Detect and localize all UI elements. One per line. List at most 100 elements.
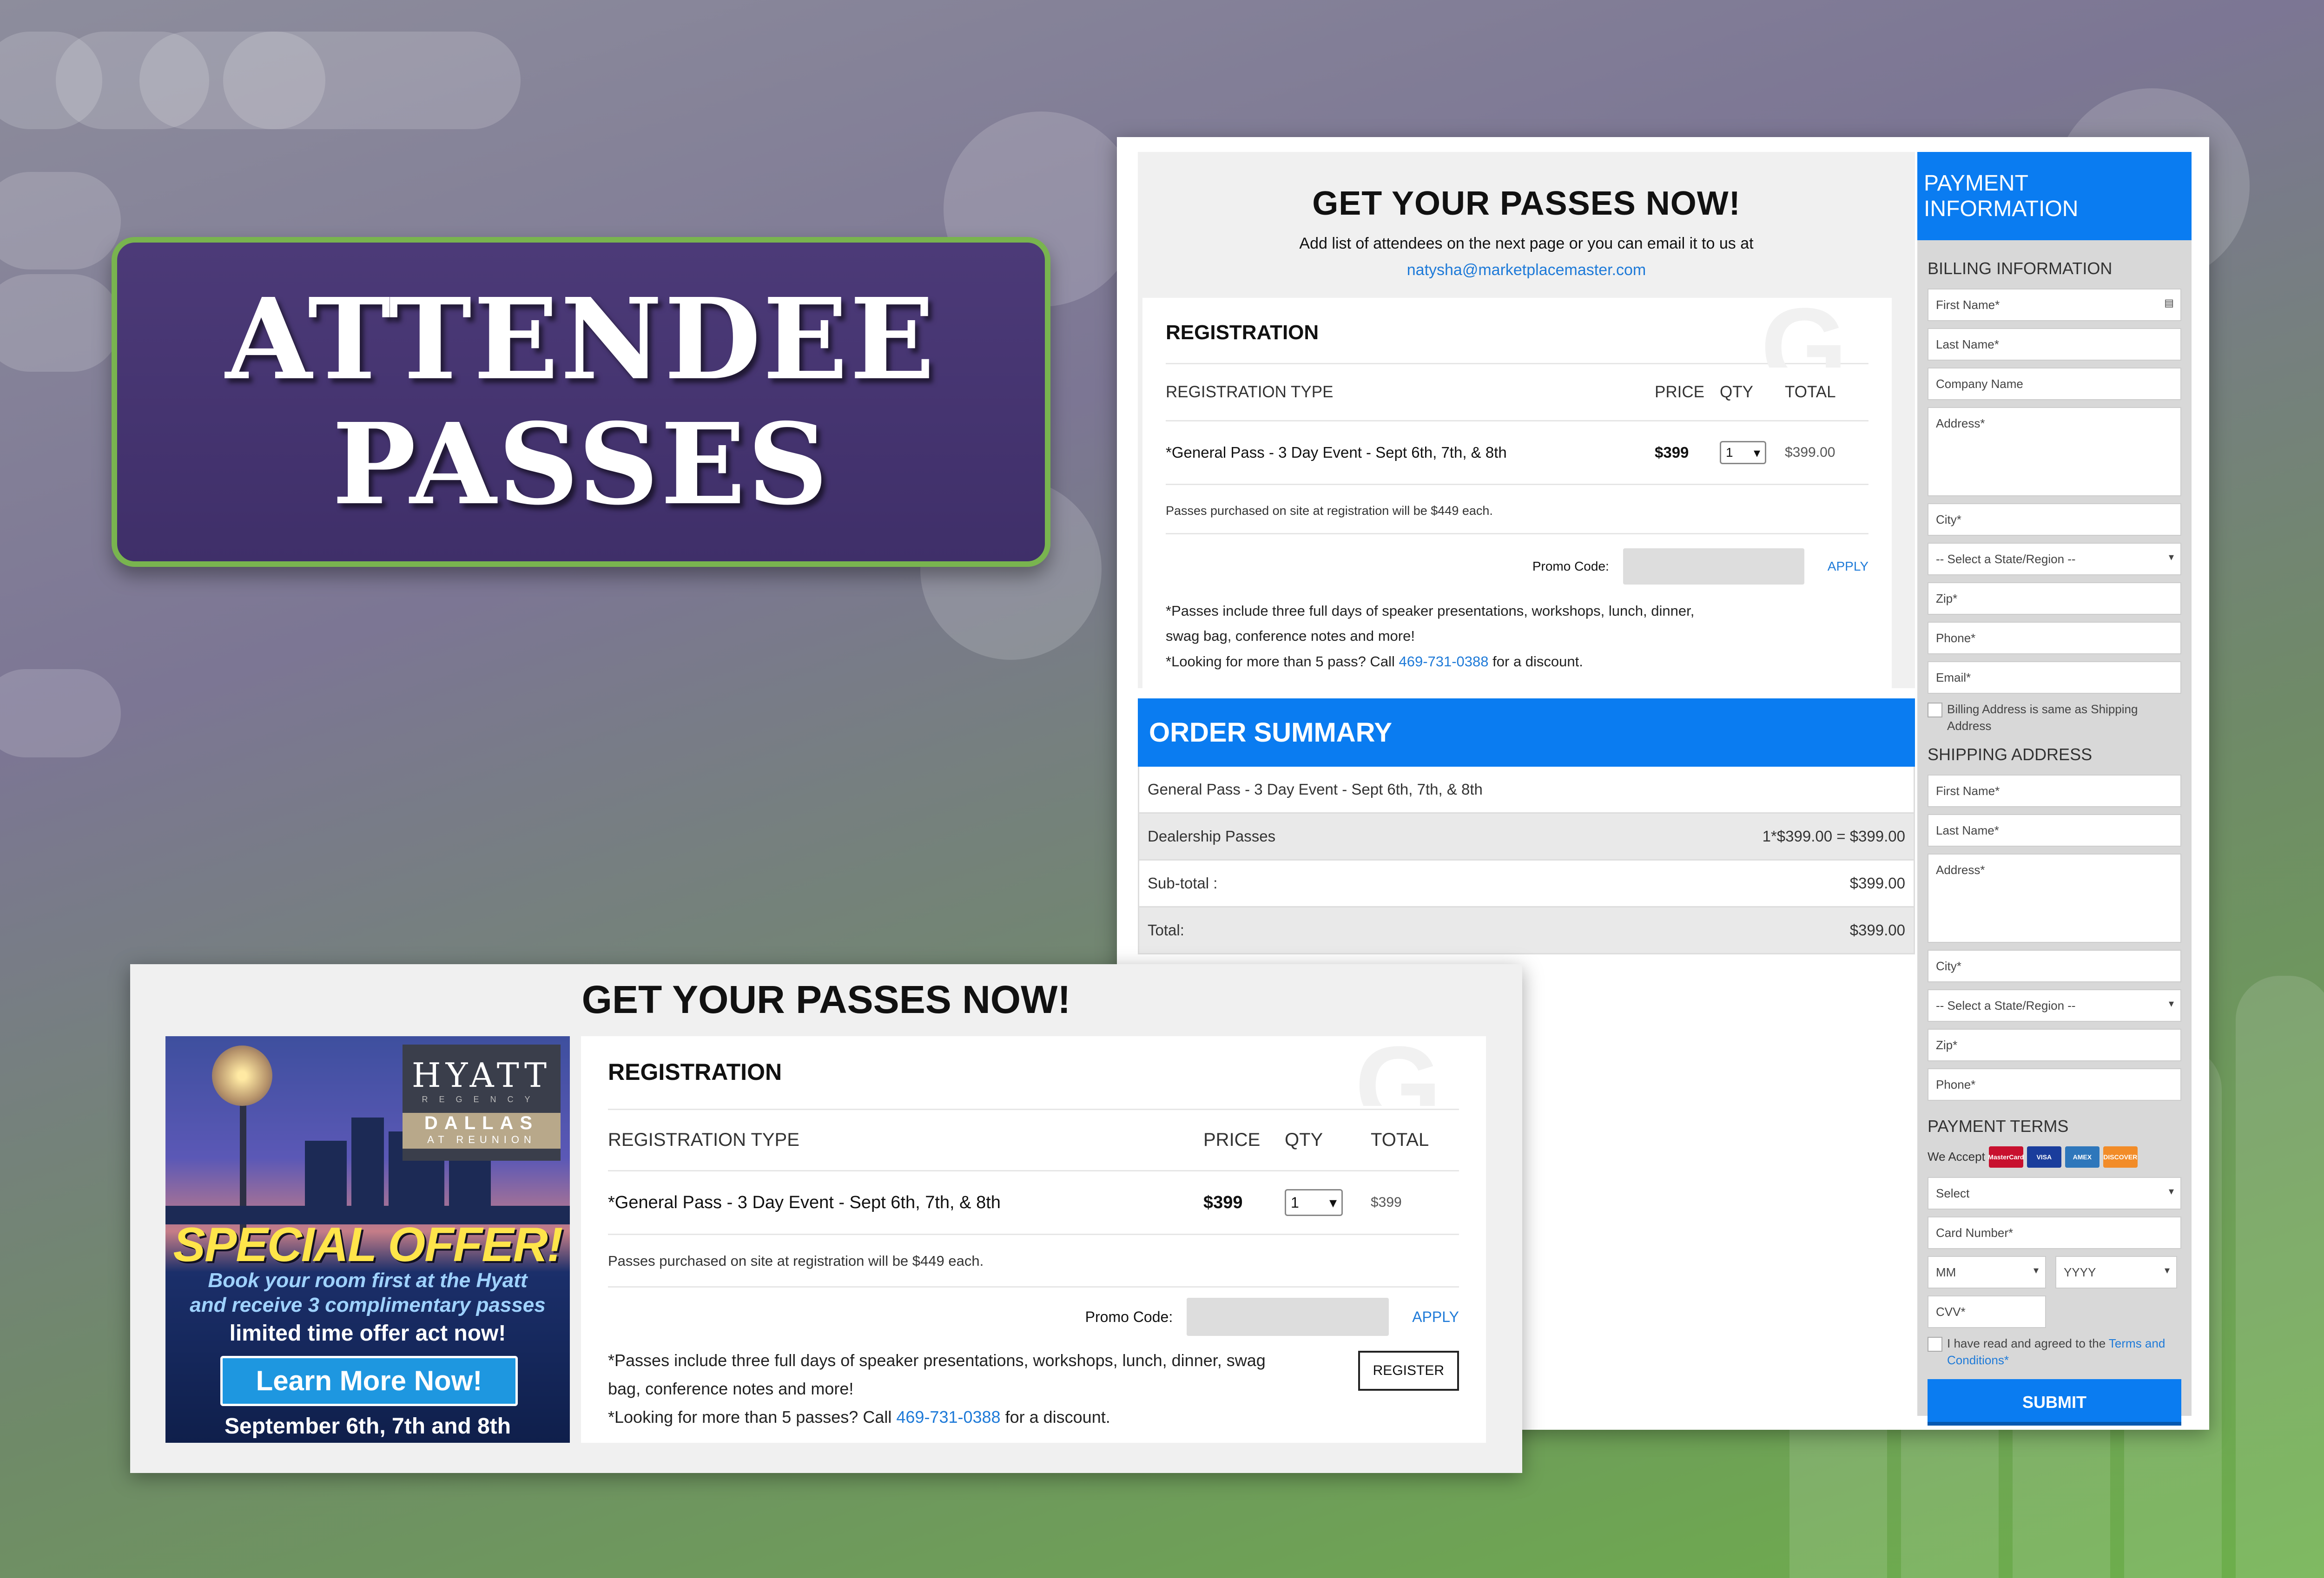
shipping-state-select[interactable]: -- Select a State/Region -- ▾: [1928, 989, 2181, 1022]
learn-more-button[interactable]: Learn More Now!: [220, 1356, 518, 1406]
fine-print-line: *Passes include three full days of speak…: [608, 1351, 1266, 1370]
billing-email-field[interactable]: Email*: [1928, 661, 2181, 694]
billing-zip-field[interactable]: Zip*: [1928, 582, 2181, 615]
registration-title: REGISTRATION: [608, 1036, 1459, 1110]
billing-first-name-field[interactable]: First Name* ▤: [1928, 289, 2181, 321]
apply-promo-button[interactable]: APPLY: [1412, 1308, 1459, 1326]
col-total: TOTAL: [1371, 1130, 1429, 1150]
shipping-first-name-field[interactable]: First Name*: [1928, 774, 2181, 807]
dealership-label: Dealership Passes: [1148, 827, 1276, 845]
promo-label: Promo Code:: [1085, 1308, 1173, 1325]
hotel-ad-banner[interactable]: HYATT REGENCY DALLAS AT REUNION SPECIAL …: [165, 1036, 570, 1443]
terms-checkbox[interactable]: [1928, 1336, 1942, 1352]
billing-city-field[interactable]: City*: [1928, 503, 2181, 536]
billing-last-name-field[interactable]: Last Name*: [1928, 328, 2181, 361]
fine-print-text: for a discount.: [1492, 653, 1583, 670]
payment-form: BILLING INFORMATION First Name* ▤ Last Na…: [1917, 240, 2192, 1426]
promo-code-input[interactable]: [1187, 1298, 1389, 1336]
chevron-down-icon: ▾: [1753, 445, 1760, 460]
table-row: *General Pass - 3 Day Event - Sept 6th, …: [608, 1171, 1459, 1235]
offer-line: Book your room first at the Hyatt: [208, 1269, 528, 1292]
shipping-phone-field[interactable]: Phone*: [1928, 1068, 2181, 1101]
onsite-price-note: Passes purchased on site at registration…: [1166, 485, 1868, 534]
terms-label: I have read and agreed to the Terms and …: [1947, 1335, 2181, 1369]
order-item-name: General Pass - 3 Day Event - Sept 6th, 7…: [1148, 780, 1483, 798]
subtotal-value: $399.00: [1849, 874, 1905, 892]
subtotal-label: Sub-total :: [1148, 874, 1218, 892]
total-value: $399.00: [1849, 921, 1905, 939]
hyatt-location: AT REUNION: [403, 1134, 561, 1149]
registration-section: G REGISTRATION REGISTRATION TYPE PRICE Q…: [1138, 298, 1915, 688]
registration-card: G REGISTRATION REGISTRATION TYPE PRICE Q…: [581, 1036, 1486, 1443]
title-card: ATTENDEE PASSES: [112, 237, 1050, 567]
select-value: Select: [1936, 1186, 1970, 1200]
tower-ball-illustration: [212, 1045, 272, 1106]
shipping-title: SHIPPING ADDRESS: [1928, 744, 2093, 764]
shipping-last-name-field[interactable]: Last Name*: [1928, 814, 2181, 847]
billing-state-select[interactable]: -- Select a State/Region -- ▾: [1928, 543, 2181, 575]
register-button[interactable]: REGISTER: [1358, 1351, 1459, 1391]
same-address-checkbox[interactable]: [1928, 703, 1942, 717]
quantity-value: 1: [1726, 445, 1733, 460]
col-price: PRICE: [1203, 1130, 1261, 1150]
billing-company-field[interactable]: Company Name: [1928, 368, 2181, 400]
phone-link[interactable]: 469-731-0388: [896, 1407, 1000, 1427]
header-subtext: Add list of attendees on the next page o…: [1299, 235, 1754, 252]
chevron-down-icon: ▾: [1329, 1194, 1337, 1211]
contact-card-icon: ▤: [2164, 297, 2174, 309]
quantity-select[interactable]: 1 ▾: [1285, 1189, 1343, 1216]
expiry-month-select[interactable]: MM ▾: [1928, 1256, 2046, 1289]
fine-print-line: swag bag, conference notes and more!: [1166, 628, 1415, 644]
table-row: *General Pass - 3 Day Event - Sept 6th, …: [1166, 421, 1868, 485]
apply-promo-button[interactable]: APPLY: [1828, 559, 1868, 574]
quantity-select[interactable]: 1 ▾: [1720, 441, 1766, 464]
visa-icon: VISA: [2027, 1146, 2061, 1168]
promo-code-input[interactable]: [1623, 548, 1804, 585]
payment-panel: PAYMENT INFORMATION BILLING INFORMATION …: [1917, 152, 2192, 1426]
fine-print-text: *Looking for more than 5 pass? Call: [1166, 653, 1395, 670]
decor-pill: [0, 274, 121, 372]
pass-name: *General Pass - 3 Day Event - Sept 6th, …: [608, 1192, 1001, 1212]
promo-row: Promo Code: APPLY: [608, 1288, 1459, 1346]
card-type-select[interactable]: Select ▾: [1928, 1177, 2181, 1210]
decor-pill: [223, 32, 521, 129]
hyatt-sub: REGENCY: [422, 1095, 541, 1104]
registration-table-header: REGISTRATION TYPE PRICE QTY TOTAL: [608, 1110, 1459, 1171]
card-number-field[interactable]: Card Number*: [1928, 1216, 2181, 1249]
we-accept-label: We Accept: [1928, 1150, 1985, 1164]
submit-button[interactable]: SUBMIT: [1928, 1379, 2181, 1426]
order-dealership-row: Dealership Passes 1*$399.00 = $399.00: [1138, 813, 1915, 861]
phone-link[interactable]: 469-731-0388: [1399, 653, 1488, 670]
special-offer-heading: SPECIAL OFFER!: [173, 1218, 563, 1272]
order-total-row: Total: $399.00: [1138, 907, 1915, 954]
fine-print-text: for a discount.: [1005, 1407, 1110, 1427]
hyatt-logo: HYATT REGENCY DALLAS AT REUNION: [403, 1045, 561, 1161]
contact-email-link[interactable]: natysha@marketplacemaster.com: [1138, 261, 1915, 279]
shipping-address-field[interactable]: Address*: [1928, 853, 2181, 943]
shipping-city-field[interactable]: City*: [1928, 949, 2181, 982]
promo-row: Promo Code: APPLY: [1166, 534, 1868, 598]
billing-address-field[interactable]: Address*: [1928, 407, 2181, 496]
field-placeholder: First Name*: [1936, 298, 2000, 312]
billing-title: BILLING INFORMATION: [1928, 259, 2113, 278]
background-canvas: ATTENDEE PASSES GET YOUR PASSES NOW! Add…: [0, 0, 2324, 1578]
expiry-row: MM ▾ YYYY ▾: [1928, 1256, 2181, 1295]
payment-title: PAYMENT INFORMATION: [1917, 152, 2192, 240]
pass-fine-print: *Passes include three full days of speak…: [608, 1346, 1324, 1432]
chevron-down-icon: ▾: [2033, 1264, 2039, 1276]
accepted-cards: We Accept MasterCard VISA AMEX DISCOVER: [1928, 1146, 2181, 1168]
col-price: PRICE: [1655, 383, 1704, 401]
expiry-year-select[interactable]: YYYY ▾: [2055, 1256, 2177, 1289]
shipping-zip-field[interactable]: Zip*: [1928, 1028, 2181, 1061]
order-subtotal-row: Sub-total : $399.00: [1138, 860, 1915, 907]
order-item-row: General Pass - 3 Day Event - Sept 6th, 7…: [1138, 766, 1915, 814]
page-title: GET YOUR PASSES NOW!: [581, 978, 1071, 1021]
billing-phone-field[interactable]: Phone*: [1928, 622, 2181, 654]
chevron-down-icon: ▾: [2168, 551, 2174, 563]
cvv-field[interactable]: CVV*: [1928, 1295, 2046, 1328]
same-address-label: Billing Address is same as Shipping Addr…: [1947, 702, 2138, 733]
dealership-value: 1*$399.00 = $399.00: [1762, 827, 1905, 845]
select-value: YYYY: [2064, 1265, 2096, 1279]
pass-fine-print: *Passes include three full days of speak…: [1166, 598, 1868, 674]
qty-cell: 1 ▾: [1720, 441, 1785, 464]
